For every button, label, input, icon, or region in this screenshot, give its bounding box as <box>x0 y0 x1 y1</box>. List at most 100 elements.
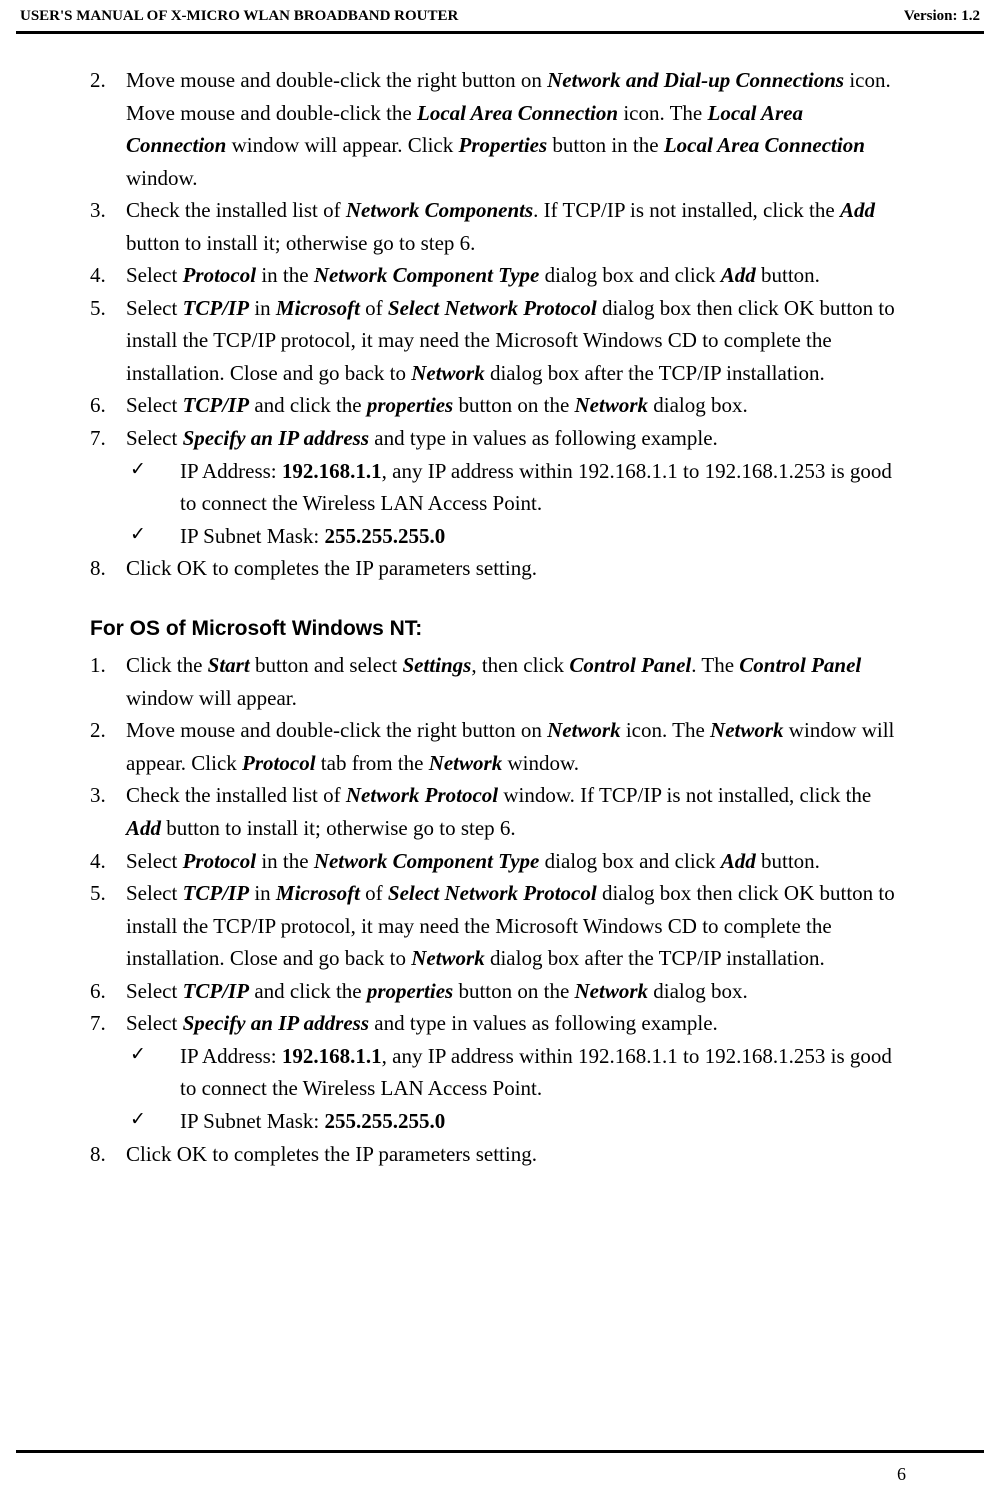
text-run: Network Component Type <box>314 263 540 287</box>
text-run: Specify an IP address <box>183 1011 369 1035</box>
text-run: dialog box after the TCP/IP installation… <box>485 946 825 970</box>
text-run: button on the <box>453 979 574 1003</box>
text-run: Network <box>429 751 503 775</box>
text-run: Specify an IP address <box>183 426 369 450</box>
text-run: Select <box>126 263 183 287</box>
text-run: and type in values as following example. <box>369 426 718 450</box>
text-run: IP Address: <box>180 459 282 483</box>
text-run: dialog box and click <box>539 849 720 873</box>
text-run: TCP/IP <box>183 296 250 320</box>
text-run: Select <box>126 881 183 905</box>
list-number: 7. <box>90 1007 126 1040</box>
sub-text: IP Address: 192.168.1.1, any IP address … <box>180 455 900 520</box>
list-text: Select Specify an IP address and type in… <box>126 422 900 455</box>
list-item: 4.Select Protocol in the Network Compone… <box>90 845 900 878</box>
text-run: in the <box>256 849 314 873</box>
text-run: Control Panel <box>739 653 861 677</box>
text-run: 255.255.255.0 <box>324 524 445 548</box>
checkmark-icon: ✓ <box>130 455 180 520</box>
sub-list-item: ✓IP Address: 192.168.1.1, any IP address… <box>90 1040 900 1105</box>
text-run: , then click <box>471 653 569 677</box>
text-run: properties <box>367 393 453 417</box>
text-run: Network <box>710 718 784 742</box>
list-text: Select Specify an IP address and type in… <box>126 1007 900 1040</box>
list-item: 6.Select TCP/IP and click the properties… <box>90 975 900 1008</box>
sub-list-item: ✓IP Subnet Mask: 255.255.255.0 <box>90 1105 900 1138</box>
text-run: Select Network Protocol <box>388 296 597 320</box>
footer-rule <box>16 1450 984 1453</box>
section-title: For OS of Microsoft Windows NT: <box>90 613 900 646</box>
checkmark-icon: ✓ <box>130 1105 180 1138</box>
text-run: properties <box>367 979 453 1003</box>
sub-text: IP Subnet Mask: 255.255.255.0 <box>180 1105 900 1138</box>
text-run: button and select <box>250 653 403 677</box>
text-run: Select <box>126 1011 183 1035</box>
text-run: 192.168.1.1 <box>282 459 382 483</box>
sub-text: IP Address: 192.168.1.1, any IP address … <box>180 1040 900 1105</box>
list-item: 4.Select Protocol in the Network Compone… <box>90 259 900 292</box>
text-run: Move mouse and double-click the right bu… <box>126 718 547 742</box>
text-run: Local Area Connection <box>417 101 618 125</box>
text-run: button on the <box>453 393 574 417</box>
text-run: Add <box>721 849 756 873</box>
text-run: Check the installed list of <box>126 198 346 222</box>
list-text: Select Protocol in the Network Component… <box>126 259 900 292</box>
text-run: Select Network Protocol <box>388 881 597 905</box>
text-run: dialog box. <box>648 393 748 417</box>
text-run: . If TCP/IP is not installed, click the <box>533 198 840 222</box>
list-number: 6. <box>90 389 126 422</box>
text-run: window. <box>126 166 198 190</box>
list-number: 2. <box>90 64 126 194</box>
list-item: 6.Select TCP/IP and click the properties… <box>90 389 900 422</box>
sub-list-item: ✓IP Subnet Mask: 255.255.255.0 <box>90 520 900 553</box>
text-run: 255.255.255.0 <box>324 1109 445 1133</box>
text-run: icon. The <box>621 718 710 742</box>
text-run: Network <box>411 946 485 970</box>
text-run: Select <box>126 979 183 1003</box>
text-run: IP Subnet Mask: <box>180 524 324 548</box>
list-item: 5.Select TCP/IP in Microsoft of Select N… <box>90 877 900 975</box>
list-text: Select TCP/IP in Microsoft of Select Net… <box>126 292 900 390</box>
text-run: Protocol <box>242 751 316 775</box>
list-number: 4. <box>90 845 126 878</box>
list-text: Select TCP/IP and click the properties b… <box>126 975 900 1008</box>
text-run: Network <box>575 393 649 417</box>
list-number: 2. <box>90 714 126 779</box>
text-run: Microsoft <box>276 296 360 320</box>
text-run: Select <box>126 849 183 873</box>
list-text: Move mouse and double-click the right bu… <box>126 714 900 779</box>
list-text: Click OK to completes the IP parameters … <box>126 1138 900 1171</box>
text-run: and click the <box>249 979 367 1003</box>
text-run: IP Subnet Mask: <box>180 1109 324 1133</box>
text-run: Move mouse and double-click the right bu… <box>126 68 547 92</box>
text-run: Select <box>126 393 183 417</box>
text-run: of <box>360 881 388 905</box>
list-text: Check the installed list of Network Comp… <box>126 194 900 259</box>
text-run: Click the <box>126 653 208 677</box>
text-run: Start <box>208 653 250 677</box>
text-run: TCP/IP <box>183 393 250 417</box>
list-number: 5. <box>90 877 126 975</box>
text-run: in <box>249 296 276 320</box>
list-number: 3. <box>90 779 126 844</box>
text-run: button. <box>756 263 820 287</box>
text-run: and type in values as following example. <box>369 1011 718 1035</box>
list-number: 3. <box>90 194 126 259</box>
list-item: 8.Click OK to completes the IP parameter… <box>90 1138 900 1171</box>
page-content: 2.Move mouse and double-click the right … <box>0 34 1000 1190</box>
list-text: Select TCP/IP and click the properties b… <box>126 389 900 422</box>
text-run: Add <box>721 263 756 287</box>
text-run: Network Protocol <box>346 783 498 807</box>
text-run: Click OK to completes the IP parameters … <box>126 556 537 580</box>
list-number: 4. <box>90 259 126 292</box>
text-run: Click OK to completes the IP parameters … <box>126 1142 537 1166</box>
text-run: dialog box and click <box>539 263 720 287</box>
text-run: Properties <box>459 133 548 157</box>
text-run: dialog box after the TCP/IP installation… <box>485 361 825 385</box>
text-run: tab from the <box>316 751 429 775</box>
text-run: Select <box>126 296 183 320</box>
text-run: Settings <box>402 653 471 677</box>
text-run: Select <box>126 426 183 450</box>
text-run: Network <box>411 361 485 385</box>
text-run: TCP/IP <box>183 979 250 1003</box>
